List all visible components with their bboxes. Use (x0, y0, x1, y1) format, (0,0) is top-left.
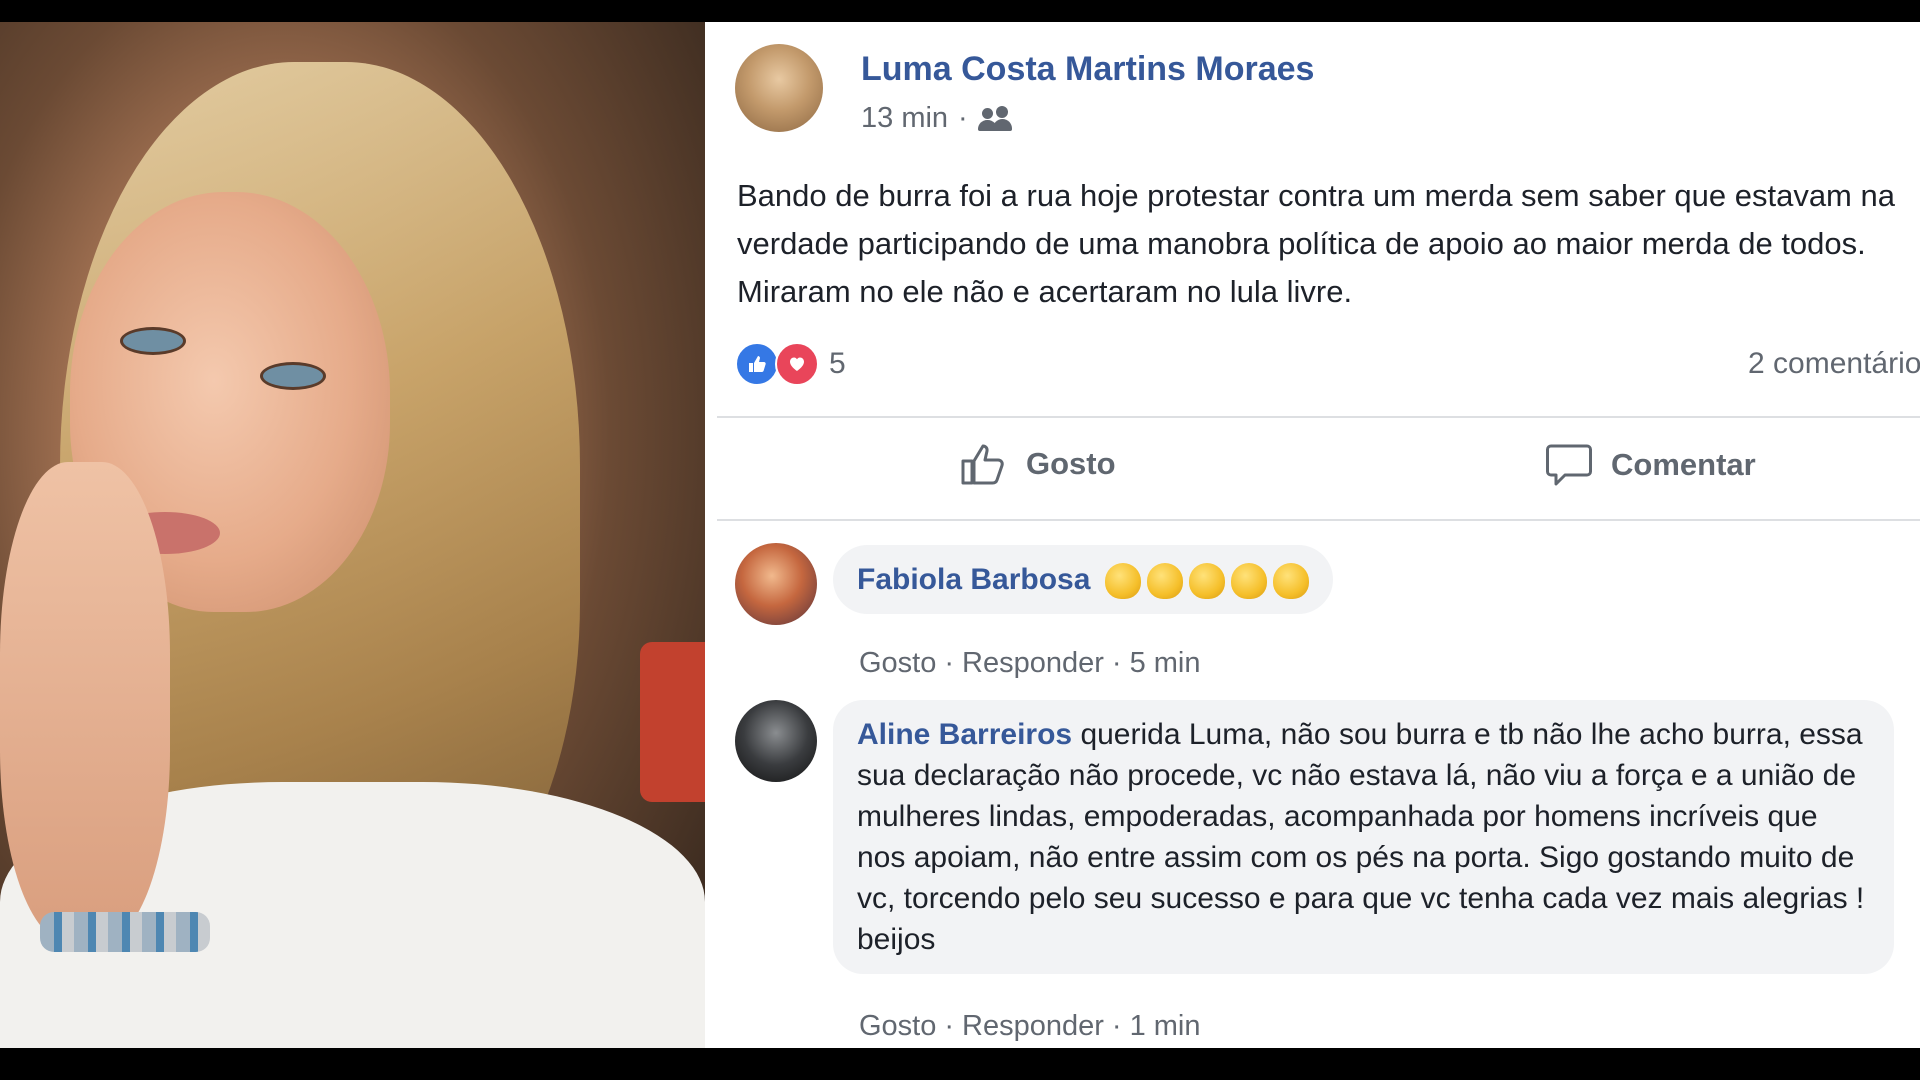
comment-emojis (1099, 563, 1309, 600)
comment-button-label: Comentar (1611, 447, 1756, 482)
comment-bubble: Aline Barreiros querida Luma, não sou bu… (833, 700, 1894, 974)
comment-like-link[interactable]: Gosto (859, 1010, 936, 1042)
comment-button[interactable]: Comentar (1545, 442, 1756, 488)
clapping-emoji-icon (1230, 563, 1267, 600)
photo-hand (0, 462, 170, 942)
love-reaction-icon (775, 342, 819, 386)
photo-bracelet (40, 912, 210, 952)
comment-reply-link[interactable]: Responder (962, 1010, 1104, 1042)
comment-bubble-icon (1545, 442, 1593, 488)
reaction-count: 5 (829, 347, 846, 380)
commenter-avatar[interactable] (735, 700, 817, 782)
comment-actions: Gosto · Responder · 1 min (859, 1010, 1201, 1042)
meta-separator: · (958, 102, 968, 134)
commenter-name[interactable]: Fabiola Barbosa (857, 563, 1090, 596)
divider-top (717, 416, 1920, 418)
comment-reply-link[interactable]: Responder (962, 647, 1104, 679)
photo-red-seat (640, 642, 705, 802)
facebook-post: Luma Costa Martins Moraes 13 min · Bando… (705, 22, 1920, 1048)
commenter-name[interactable]: Aline Barreiros (857, 718, 1072, 751)
comment-actions: Gosto · Responder · 5 min (859, 647, 1201, 679)
thumbs-up-icon (960, 442, 1008, 486)
comments-count-link[interactable]: 2 comentários (1748, 347, 1920, 381)
post-meta: 13 min · (861, 102, 1012, 135)
like-reaction-icon (735, 342, 779, 386)
photo-left-eye (120, 327, 186, 355)
screenshot-frame: Luma Costa Martins Moraes 13 min · Bando… (0, 22, 1920, 1048)
photo-right-eye (260, 362, 326, 390)
profile-photo (0, 22, 705, 1048)
clapping-emoji-icon (1272, 563, 1309, 600)
post-text: Bando de burra foi a rua hoje protestar … (737, 178, 1895, 309)
divider-bottom (717, 519, 1920, 521)
comment-like-link[interactable]: Gosto (859, 647, 936, 679)
comment-item: Fabiola Barbosa Gosto · Responder · 5 min (735, 543, 1895, 679)
post-timestamp[interactable]: 13 min (861, 102, 948, 135)
clapping-emoji-icon (1188, 563, 1225, 600)
commenter-avatar[interactable] (735, 543, 817, 625)
comment-time[interactable]: 5 min (1130, 647, 1201, 679)
like-button[interactable]: Gosto (960, 442, 1116, 486)
post-author-name[interactable]: Luma Costa Martins Moraes (861, 50, 1314, 89)
comment-item: Aline Barreiros querida Luma, não sou bu… (735, 700, 1895, 1042)
reactions-summary[interactable]: 5 (735, 342, 846, 386)
friends-icon[interactable] (977, 105, 1012, 132)
clapping-emoji-icon (1146, 563, 1183, 600)
comment-time[interactable]: 1 min (1130, 1010, 1201, 1042)
comment-bubble: Fabiola Barbosa (833, 545, 1333, 614)
author-avatar[interactable] (735, 44, 823, 132)
comment-text: querida Luma, não sou burra e tb não lhe… (857, 718, 1865, 956)
like-button-label: Gosto (1026, 446, 1116, 481)
clapping-emoji-icon (1104, 563, 1141, 600)
